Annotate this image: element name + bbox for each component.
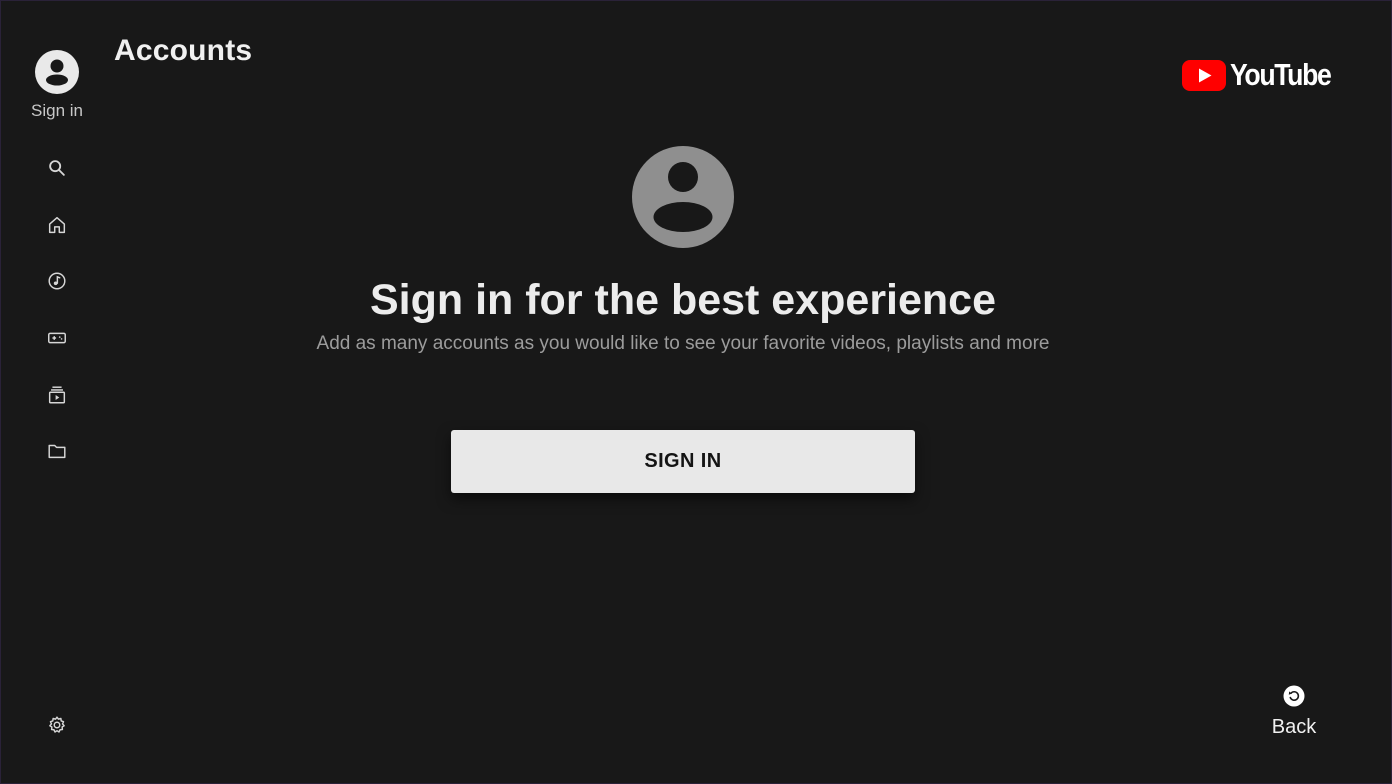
sidebar: Sign in (0, 0, 114, 784)
home-icon (48, 216, 66, 234)
sign-in-button[interactable]: SIGN IN (451, 430, 915, 493)
signin-subtitle: Add as many accounts as you would like t… (316, 333, 1050, 354)
subscriptions-icon (48, 386, 66, 404)
youtube-logo: YouTube (1182, 57, 1347, 92)
youtube-logo-text: YouTube (1230, 57, 1332, 92)
gear-icon (49, 716, 65, 733)
account-avatar-icon (35, 50, 79, 94)
back-button[interactable]: Back (1258, 685, 1330, 739)
sidebar-item-settings[interactable] (45, 713, 69, 737)
sidebar-item-home[interactable] (45, 213, 69, 237)
app-frame (0, 0, 1392, 784)
page-title: Accounts (114, 34, 253, 67)
sidebar-profile-signin[interactable]: Sign in (0, 50, 114, 121)
signin-heading: Sign in for the best experience (369, 276, 997, 324)
sidebar-item-search[interactable] (45, 156, 69, 180)
back-label: Back (1271, 716, 1317, 738)
back-arrow-icon (1283, 685, 1305, 707)
sidebar-profile-label: Sign in (31, 101, 83, 120)
sidebar-item-library[interactable] (45, 439, 69, 463)
sidebar-item-subscriptions[interactable] (45, 383, 69, 407)
youtube-play-logo-icon (1182, 59, 1226, 91)
account-circle-icon (632, 146, 734, 248)
library-folder-icon (48, 444, 66, 459)
search-icon (49, 160, 65, 176)
